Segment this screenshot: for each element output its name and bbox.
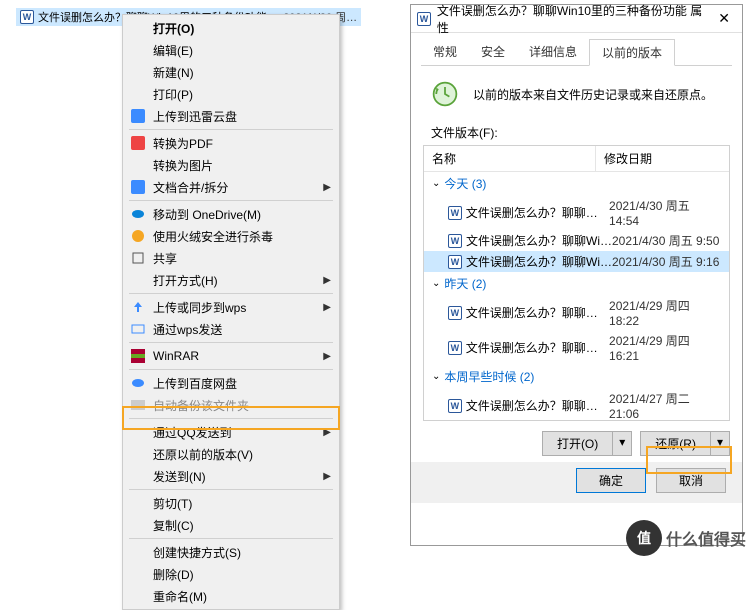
caret-down-icon: ⌄ — [432, 371, 440, 382]
ctx-send-to[interactable]: 发送到(N)▶ — [123, 465, 339, 487]
close-button[interactable]: ✕ — [712, 10, 736, 27]
watermark-logo-icon: 值 — [626, 520, 662, 556]
combine-icon — [129, 180, 147, 194]
version-row[interactable]: W文件误删怎么办？聊聊Win1...2021/4/29 周四 18:22 — [424, 295, 729, 330]
version-row-selected[interactable]: W文件误删怎么办？聊聊Win1...2021/4/30 周五 9:16 — [424, 251, 729, 272]
versions-header: 名称 修改日期 — [424, 146, 729, 172]
group-earlier-week[interactable]: ⌄本周早些时候 (2) — [424, 365, 729, 388]
ctx-doc-combine[interactable]: 文档合并/拆分▶ — [123, 176, 339, 198]
history-clock-icon — [431, 80, 459, 108]
tab-details[interactable]: 详细信息 — [517, 39, 589, 65]
group-yesterday[interactable]: ⌄昨天 (2) — [424, 272, 729, 295]
dialog-title: 文件误删怎么办？聊聊Win10里的三种备份功能 属性 — [437, 2, 712, 36]
ctx-copy[interactable]: 复制(C) — [123, 514, 339, 536]
ctx-cut[interactable]: 剪切(T) — [123, 492, 339, 514]
huorong-icon — [129, 229, 147, 243]
wps-send-icon — [129, 322, 147, 336]
annotation-highlight-menu — [122, 406, 340, 430]
ctx-open-with[interactable]: 打开方式(H)▶ — [123, 269, 339, 291]
pdf-icon — [129, 136, 147, 150]
word-file-icon: W — [448, 206, 462, 220]
ctx-share[interactable]: 共享 — [123, 247, 339, 269]
baidu-icon — [129, 378, 147, 388]
ctx-onedrive[interactable]: 移动到 OneDrive(M) — [123, 203, 339, 225]
col-name[interactable]: 名称 — [424, 146, 596, 171]
ctx-restore-previous[interactable]: 还原以前的版本(V) — [123, 443, 339, 465]
word-file-icon: W — [417, 12, 431, 26]
caret-down-icon: ⌄ — [432, 178, 440, 189]
col-date[interactable]: 修改日期 — [596, 146, 729, 171]
ctx-xunlei[interactable]: 上传到迅雷云盘 — [123, 105, 339, 127]
version-row[interactable]: W文件误删怎么办？聊聊Win1...2021/4/29 周四 16:21 — [424, 330, 729, 365]
versions-label: 文件版本(F): — [411, 118, 742, 145]
version-row[interactable]: W文件误删怎么办？聊聊Win1...2021/4/30 周五 14:54 — [424, 195, 729, 230]
ctx-shortcut[interactable]: 创建快捷方式(S) — [123, 541, 339, 563]
chevron-right-icon: ▶ — [323, 182, 331, 193]
versions-list[interactable]: 名称 修改日期 ⌄今天 (3) W文件误删怎么办？聊聊Win1...2021/4… — [423, 145, 730, 421]
ctx-wps-send[interactable]: 通过wps发送 — [123, 318, 339, 340]
chevron-right-icon: ▶ — [323, 471, 331, 482]
word-file-icon: W — [448, 341, 462, 355]
ctx-print[interactable]: 打印(P) — [123, 83, 339, 105]
ctx-edit[interactable]: 编辑(E) — [123, 39, 339, 61]
group-today[interactable]: ⌄今天 (3) — [424, 172, 729, 195]
tab-security[interactable]: 安全 — [469, 39, 517, 65]
word-file-icon: W — [448, 255, 462, 269]
xunlei-icon — [129, 109, 147, 123]
info-row: 以前的版本来自文件历史记录或来自还原点。 — [411, 66, 742, 118]
info-text: 以前的版本来自文件历史记录或来自还原点。 — [473, 86, 713, 103]
ctx-baidu[interactable]: 上传到百度网盘 — [123, 372, 339, 394]
ctx-rename[interactable]: 重命名(M) — [123, 585, 339, 607]
ctx-open[interactable]: 打开(O) — [123, 17, 339, 39]
onedrive-icon — [129, 209, 147, 219]
dropdown-arrow-icon[interactable]: ▾ — [612, 432, 631, 455]
dialog-titlebar[interactable]: W 文件误删怎么办？聊聊Win10里的三种备份功能 属性 ✕ — [411, 5, 742, 33]
ctx-to-img[interactable]: 转换为图片 — [123, 154, 339, 176]
ctx-wps-upload[interactable]: 上传或同步到wps▶ — [123, 296, 339, 318]
watermark-text: 什么值得买 — [666, 526, 746, 550]
ctx-new[interactable]: 新建(N) — [123, 61, 339, 83]
share-icon — [129, 251, 147, 265]
ok-button[interactable]: 确定 — [576, 468, 646, 493]
ctx-huorong[interactable]: 使用火绒安全进行杀毒 — [123, 225, 339, 247]
wps-upload-icon — [129, 300, 147, 314]
ctx-delete[interactable]: 删除(D) — [123, 563, 339, 585]
ctx-to-pdf[interactable]: 转换为PDF — [123, 132, 339, 154]
winrar-icon — [129, 349, 147, 363]
word-file-icon: W — [448, 306, 462, 320]
open-split-button[interactable]: 打开(O)▾ — [542, 431, 632, 456]
chevron-right-icon: ▶ — [323, 351, 331, 362]
word-file-icon: W — [20, 10, 34, 24]
tab-strip: 常规 安全 详细信息 以前的版本 — [421, 39, 732, 66]
word-file-icon: W — [448, 399, 462, 413]
caret-down-icon: ⌄ — [432, 278, 440, 289]
tab-general[interactable]: 常规 — [421, 39, 469, 65]
annotation-highlight-restore — [646, 446, 732, 474]
version-row[interactable]: W文件误删怎么办？聊聊Win1...2021/4/30 周五 9:50 — [424, 230, 729, 251]
watermark: 值 什么值得买 — [626, 520, 746, 556]
version-row[interactable]: W文件误删怎么办？聊聊Win1...2021/4/27 周二 21:06 — [424, 388, 729, 421]
chevron-right-icon: ▶ — [323, 275, 331, 286]
word-file-icon: W — [448, 234, 462, 248]
ctx-winrar[interactable]: WinRAR▶ — [123, 345, 339, 367]
chevron-right-icon: ▶ — [323, 302, 331, 313]
context-menu: 打开(O) 编辑(E) 新建(N) 打印(P) 上传到迅雷云盘 转换为PDF 转… — [122, 14, 340, 610]
tab-previous-versions[interactable]: 以前的版本 — [589, 39, 675, 66]
